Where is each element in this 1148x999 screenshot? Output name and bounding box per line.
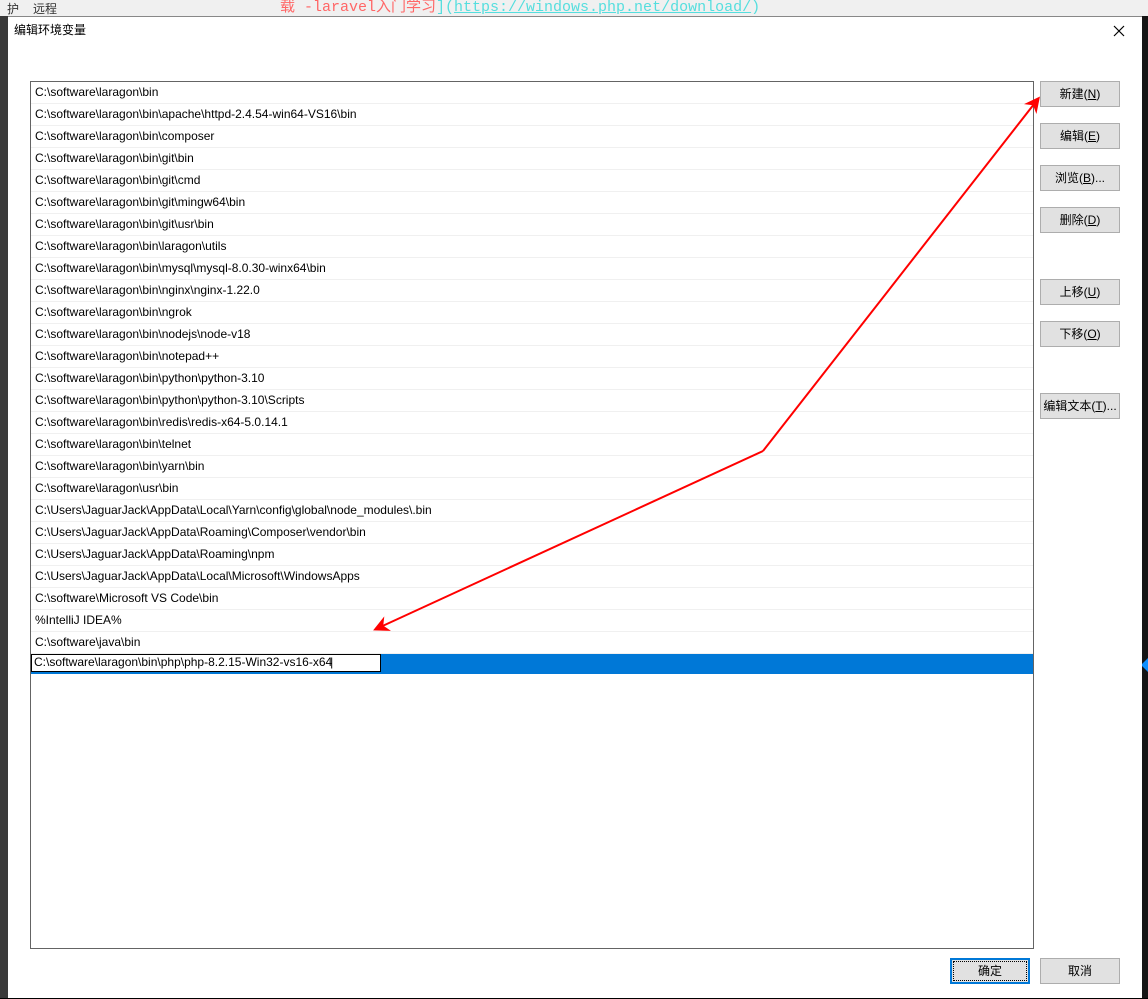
moveup-button[interactable]: 上移(U) — [1040, 279, 1120, 305]
list-item[interactable]: C:\software\laragon\bin\laragon\utils — [31, 236, 1033, 258]
text-caret-icon: | — [330, 655, 333, 669]
list-item[interactable]: C:\software\laragon\bin\git\mingw64\bin — [31, 192, 1033, 214]
list-item[interactable]: C:\software\laragon\bin\yarn\bin — [31, 456, 1033, 478]
list-item[interactable]: C:\Users\JaguarJack\AppData\Roaming\npm — [31, 544, 1033, 566]
list-item[interactable]: C:\software\laragon\bin\telnet — [31, 434, 1033, 456]
list-item-editing[interactable]: C:\software\laragon\bin\php\php-8.2.15-W… — [31, 654, 1033, 674]
new-button[interactable]: 新建(N) — [1040, 81, 1120, 107]
list-item[interactable]: C:\software\laragon\bin\git\bin — [31, 148, 1033, 170]
browse-button[interactable]: 浏览(B)... — [1040, 165, 1120, 191]
close-button[interactable] — [1096, 17, 1142, 45]
list-item[interactable]: C:\software\laragon\bin — [31, 82, 1033, 104]
dialog-content: C:\software\laragon\binC:\software\larag… — [8, 45, 1142, 998]
list-item[interactable]: C:\software\laragon\bin\git\cmd — [31, 170, 1033, 192]
list-item[interactable]: C:\software\laragon\bin\apache\httpd-2.4… — [31, 104, 1033, 126]
list-item[interactable]: C:\software\laragon\bin\redis\redis-x64-… — [31, 412, 1033, 434]
delete-button[interactable]: 删除(D) — [1040, 207, 1120, 233]
list-item[interactable]: C:\software\laragon\bin\nginx\nginx-1.22… — [31, 280, 1033, 302]
list-item[interactable]: C:\software\laragon\bin\python\python-3.… — [31, 390, 1033, 412]
dialog-title: 编辑环境变量 — [14, 23, 86, 39]
background-right-strip — [1142, 16, 1148, 998]
ok-button[interactable]: 确定 — [950, 958, 1030, 984]
list-item[interactable]: C:\software\laragon\bin\mysql\mysql-8.0.… — [31, 258, 1033, 280]
list-item[interactable]: C:\Users\JaguarJack\AppData\Local\Micros… — [31, 566, 1033, 588]
list-item[interactable]: C:\software\laragon\usr\bin — [31, 478, 1033, 500]
list-item[interactable]: C:\software\laragon\bin\composer — [31, 126, 1033, 148]
path-listbox[interactable]: C:\software\laragon\binC:\software\larag… — [30, 81, 1034, 949]
background-url-text: 载 -laravel入门学习](https://windows.php.net/… — [280, 0, 760, 18]
edittext-button[interactable]: 编辑文本(T)... — [1040, 393, 1120, 419]
env-edit-dialog: 编辑环境变量 C:\software\laragon\binC:\softwar… — [8, 16, 1142, 998]
list-item[interactable]: C:\software\Microsoft VS Code\bin — [31, 588, 1033, 610]
side-button-group: 新建(N) 编辑(E) 浏览(B)... 删除(D) 上移(U) 下移(O) 编… — [1040, 81, 1120, 435]
list-item[interactable]: C:\Users\JaguarJack\AppData\Roaming\Comp… — [31, 522, 1033, 544]
close-icon — [1113, 25, 1125, 37]
list-item[interactable]: %IntelliJ IDEA% — [31, 610, 1033, 632]
list-item[interactable]: C:\software\java\bin — [31, 632, 1033, 654]
background-left-strip — [0, 16, 8, 998]
list-item[interactable]: C:\software\laragon\bin\ngrok — [31, 302, 1033, 324]
list-item[interactable]: C:\software\laragon\bin\python\python-3.… — [31, 368, 1033, 390]
edit-button[interactable]: 编辑(E) — [1040, 123, 1120, 149]
list-item[interactable]: C:\software\laragon\bin\nodejs\node-v18 — [31, 324, 1033, 346]
titlebar: 编辑环境变量 — [8, 17, 1142, 45]
list-item[interactable]: C:\software\laragon\bin\notepad++ — [31, 346, 1033, 368]
bottom-button-group: 确定 取消 — [950, 958, 1120, 984]
path-edit-input[interactable]: C:\software\laragon\bin\php\php-8.2.15-W… — [31, 654, 381, 672]
list-item[interactable]: C:\Users\JaguarJack\AppData\Local\Yarn\c… — [31, 500, 1033, 522]
movedown-button[interactable]: 下移(O) — [1040, 321, 1120, 347]
list-item[interactable]: C:\software\laragon\bin\git\usr\bin — [31, 214, 1033, 236]
background-caret-icon — [1141, 658, 1148, 672]
cancel-button[interactable]: 取消 — [1040, 958, 1120, 984]
